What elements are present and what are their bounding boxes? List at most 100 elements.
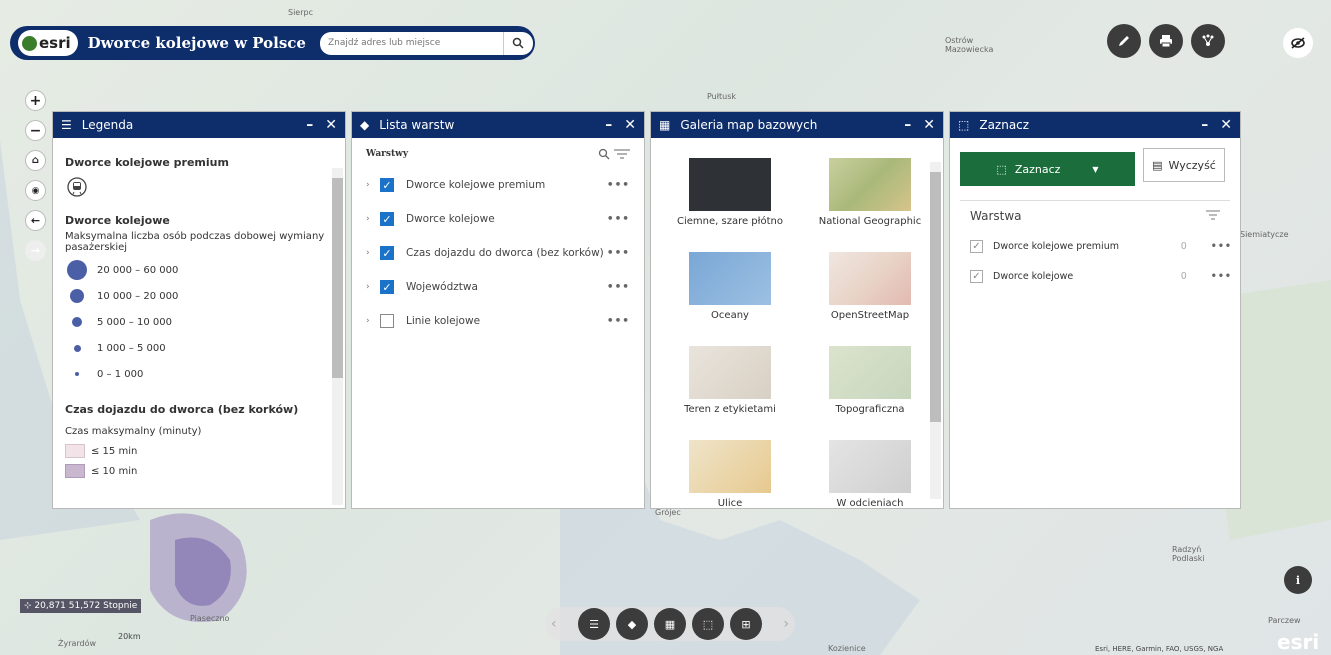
close-icon[interactable]: ✕ <box>923 117 935 133</box>
area-symbol-icon <box>65 464 85 478</box>
layer-item[interactable]: › ✓ Dworce kolejowe ••• <box>366 202 630 236</box>
zoom-in-button[interactable]: + <box>25 90 46 111</box>
expand-icon[interactable]: › <box>366 214 380 224</box>
basemap-thumbnail <box>689 346 771 399</box>
esri-watermark: esri <box>1277 630 1320 654</box>
more-icon[interactable]: ••• <box>607 281 630 293</box>
layer-checkbox[interactable]: ✓ <box>380 212 394 226</box>
scrollbar-thumb[interactable] <box>930 172 941 422</box>
more-icon[interactable]: ••• <box>1211 241 1232 252</box>
minimize-icon[interactable]: – <box>605 117 612 133</box>
select-widget-button[interactable]: ⬚ <box>692 608 724 640</box>
draw-button[interactable] <box>1107 24 1141 58</box>
symbol-icon <box>70 289 84 303</box>
premium-station-icon <box>67 177 333 200</box>
basemap-tile[interactable]: Ciemne, szare płótno <box>673 158 787 246</box>
expand-icon[interactable]: › <box>366 248 380 258</box>
search-box <box>319 31 533 55</box>
legend-item: 5 000 – 10 000 <box>65 309 333 335</box>
symbol-icon <box>67 260 87 280</box>
basemap-tile[interactable]: Ulice <box>673 440 787 509</box>
chevron-right-icon[interactable]: › <box>783 616 789 632</box>
basemap-body[interactable]: Ciemne, szare płótno National Geographic… <box>651 138 943 509</box>
scrollbar[interactable] <box>930 162 941 499</box>
basemap-tile[interactable]: OpenStreetMap <box>813 252 927 340</box>
share-button[interactable] <box>1191 24 1225 58</box>
expand-icon[interactable]: › <box>366 282 380 292</box>
scrollbar[interactable] <box>332 168 343 505</box>
close-icon[interactable]: ✕ <box>325 117 337 133</box>
map-label: Parczew <box>1268 616 1301 625</box>
close-icon[interactable]: ✕ <box>1220 117 1232 133</box>
basemap-tile[interactable]: Teren z etykietami <box>673 346 787 434</box>
legend-widget-button[interactable]: ☰ <box>578 608 610 640</box>
apps-icon: ⊞ <box>741 617 751 631</box>
close-icon[interactable]: ✕ <box>624 117 636 133</box>
select-titlebar: ⬚ Zaznacz – ✕ <box>950 112 1240 138</box>
layer-checkbox[interactable] <box>380 314 394 328</box>
legend-item: 10 000 – 20 000 <box>65 283 333 309</box>
minimize-icon[interactable]: – <box>904 117 911 133</box>
hide-panels-button[interactable] <box>1283 28 1313 58</box>
zoom-out-button[interactable]: − <box>25 120 46 141</box>
layer-checkbox[interactable]: ✓ <box>380 246 394 260</box>
forward-button[interactable]: → <box>25 240 46 261</box>
info-button[interactable]: i <box>1284 566 1312 594</box>
basemap-tile[interactable]: Oceany <box>673 252 787 340</box>
layer-item[interactable]: › ✓ Dworce kolejowe premium ••• <box>366 168 630 202</box>
back-button[interactable]: ← <box>25 210 46 231</box>
filter-icon[interactable] <box>614 148 630 160</box>
basemap-tile[interactable]: W odcieniach <box>813 440 927 508</box>
coordinate-readout: ⊹ 20,871 51,572 Stopnie <box>20 599 142 613</box>
expand-icon[interactable]: › <box>366 180 380 190</box>
legend-item-label: ≤ 15 min <box>91 445 138 457</box>
legend-item-label: 20 000 – 60 000 <box>97 264 179 276</box>
search-icon[interactable] <box>598 148 610 160</box>
print-button[interactable] <box>1149 24 1183 58</box>
layer-item[interactable]: › ✓ Czas dojazdu do dworca (bez korków) ••• <box>366 236 630 270</box>
more-icon[interactable]: ••• <box>607 247 630 259</box>
layers-subtitle: Warstwy <box>366 149 409 159</box>
layer-item[interactable]: › Linie kolejowe ••• <box>366 304 630 338</box>
chevron-left-icon[interactable]: ‹ <box>551 616 557 632</box>
more-icon[interactable]: ••• <box>1211 271 1232 282</box>
search-button[interactable] <box>502 31 533 55</box>
select-layer-row[interactable]: ✓ Dworce kolejowe premium 0 ••• <box>950 231 1240 261</box>
layer-checkbox[interactable]: ✓ <box>970 269 983 283</box>
basemap-widget-button[interactable]: ▦ <box>654 608 686 640</box>
basemap-tile[interactable]: National Geographic <box>813 158 927 246</box>
basemap-label: Ulice <box>717 498 743 509</box>
layer-checkbox[interactable]: ✓ <box>380 280 394 294</box>
more-widget-button[interactable]: ⊞ <box>730 608 762 640</box>
legend-item: 0 – 1 000 <box>65 361 333 387</box>
symbol-icon <box>75 372 79 376</box>
map-label: Siemiatycze <box>1240 230 1289 239</box>
minimize-icon[interactable]: – <box>1201 117 1208 133</box>
layer-checkbox[interactable]: ✓ <box>970 239 983 253</box>
basemap-tile[interactable]: Topograficzna <box>813 346 927 434</box>
clear-button[interactable]: ▤ Wyczyść <box>1143 148 1225 182</box>
legend-desc: Maksymalna liczba osób podczas dobowej w… <box>65 231 325 253</box>
layerlist-widget-button[interactable]: ◆ <box>616 608 648 640</box>
list-icon: ☰ <box>589 617 599 631</box>
plus-icon: + <box>29 92 42 109</box>
layer-checkbox[interactable]: ✓ <box>380 178 394 192</box>
minimize-icon[interactable]: – <box>306 117 313 133</box>
more-icon[interactable]: ••• <box>607 213 630 225</box>
symbol-icon <box>73 344 81 352</box>
scrollbar-thumb[interactable] <box>332 178 343 378</box>
more-icon[interactable]: ••• <box>607 179 630 191</box>
legend-item-label: 0 – 1 000 <box>97 368 144 380</box>
search-input[interactable] <box>327 38 503 48</box>
locate-button[interactable]: ◉ <box>25 180 46 201</box>
basemap-thumbnail <box>689 252 771 305</box>
select-button[interactable]: ⬚ Zaznacz ▼ <box>960 152 1135 186</box>
more-icon[interactable]: ••• <box>607 315 630 327</box>
printer-icon <box>1160 35 1172 48</box>
home-button[interactable]: ⌂ <box>25 150 46 171</box>
select-layer-row[interactable]: ✓ Dworce kolejowe 0 ••• <box>950 261 1240 291</box>
layer-item[interactable]: › ✓ Województwa ••• <box>366 270 630 304</box>
filter-icon[interactable] <box>1206 209 1220 221</box>
legend-body[interactable]: Dworce kolejowe premium Dworce kolejowe … <box>53 138 345 508</box>
expand-icon[interactable]: › <box>366 316 380 326</box>
